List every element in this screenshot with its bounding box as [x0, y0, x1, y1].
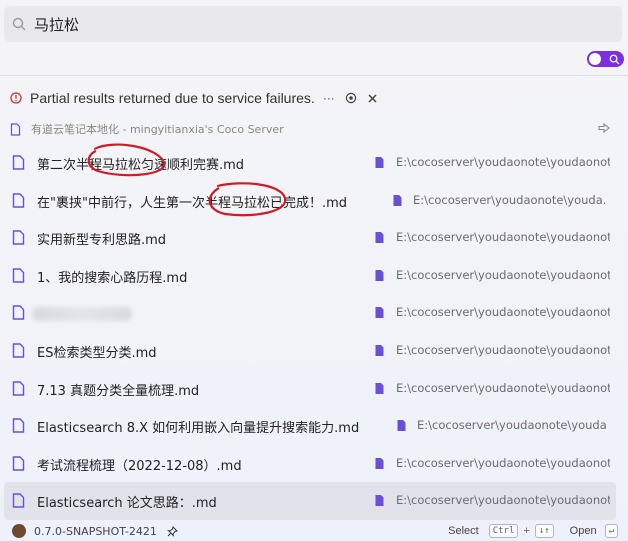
- file-icon: [10, 122, 21, 136]
- file-icon: [375, 344, 384, 356]
- result-path: E:\cocoserver\youdaonote\youda...: [417, 418, 607, 433]
- app-logo-icon: [12, 524, 26, 538]
- file-icon: [12, 192, 25, 208]
- file-icon: [12, 155, 25, 170]
- more-icon[interactable]: ···: [323, 91, 335, 105]
- result-row[interactable]: E:\cocoserver\youdaonote\youdaonote: [0, 294, 628, 332]
- open-label: Open: [569, 525, 597, 537]
- file-icon: [375, 382, 384, 394]
- file-icon: [12, 230, 25, 245]
- result-row[interactable]: 1、我的搜索心路历程.md E:\cocoserver\youdaonote\y…: [0, 257, 628, 295]
- result-row[interactable]: 7.13 真题分类全量梳理.md E:\cocoserver\youdaonot…: [0, 370, 628, 408]
- version-label: 0.7.0-SNAPSHOT-2421: [34, 524, 157, 538]
- result-name: Elasticsearch 论文思路：.md: [37, 496, 217, 512]
- result-path: E:\cocoserver\youdaonote\youdaonote: [396, 267, 610, 282]
- result-row-selected[interactable]: Elasticsearch 论文思路：.md E:\cocoserver\you…: [4, 482, 616, 520]
- toggle-knob: [589, 53, 601, 65]
- file-icon: [12, 493, 25, 509]
- result-name: 在"裹挟"中前行，人生第一次半程马拉松已完成！.md: [37, 195, 348, 211]
- shortcut-hints: Select Ctrl + ↓↑ Open ↵: [448, 524, 620, 538]
- file-icon: [375, 157, 384, 168]
- notice-text: Partial results returned due to service …: [30, 90, 315, 106]
- result-name: 考试流程梳理（2022-12-08）.md: [37, 458, 242, 474]
- status-bar: 0.7.0-SNAPSHOT-2421 Select Ctrl + ↓↑ Ope…: [0, 521, 628, 541]
- result-name: ES检索类型分类.md: [37, 345, 157, 361]
- file-icon: [375, 232, 384, 244]
- file-icon: [12, 268, 25, 283]
- result-path: E:\cocoserver\youdaonote\youdaonote: [396, 342, 610, 357]
- result-path: E:\cocoserver\youdaonote\youdaonote: [396, 230, 610, 245]
- select-label: Select: [448, 525, 479, 537]
- arrow-right-icon[interactable]: [598, 122, 610, 134]
- result-name: 1、我的搜索心路历程.md: [37, 270, 188, 286]
- results-list: 第二次半程马拉松匀速顺利完赛.md E:\cocoserver\youdaono…: [0, 144, 628, 520]
- divider: [0, 75, 628, 76]
- enter-key: ↵: [604, 524, 618, 538]
- target-icon[interactable]: [345, 92, 357, 104]
- result-row[interactable]: 第二次半程马拉松匀速顺利完赛.md E:\cocoserver\youdaono…: [0, 144, 628, 182]
- error-notice: Partial results returned due to service …: [10, 88, 388, 108]
- file-icon: [375, 457, 384, 469]
- search-input[interactable]: [34, 15, 594, 33]
- source-header: 有道云笔记本地化 - mingyitianxia's Coco Server: [10, 120, 610, 138]
- search-bar[interactable]: [4, 6, 622, 42]
- search-icon: [609, 54, 620, 64]
- result-path: E:\cocoserver\youdaonote\youdaonote: [396, 493, 610, 508]
- arrow-keys: ↓↑: [534, 524, 554, 538]
- error-icon: [10, 92, 22, 104]
- file-icon: [12, 305, 25, 321]
- result-row[interactable]: ES检索类型分类.md E:\cocoserver\youdaonote\you…: [0, 332, 628, 370]
- result-name: Elasticsearch 8.X 如何利用嵌入向量提升搜索能力.md: [37, 421, 360, 437]
- result-path: E:\cocoserver\youdaonote\youda...: [413, 192, 605, 207]
- file-icon: [375, 495, 384, 507]
- deep-search-toggle[interactable]: [587, 51, 624, 67]
- result-row[interactable]: 实用新型专利思路.md E:\cocoserver\youdaonote\you…: [0, 219, 628, 257]
- file-icon: [375, 307, 384, 319]
- pin-icon[interactable]: [166, 525, 178, 537]
- file-icon: [397, 420, 406, 432]
- ctrl-key: Ctrl: [488, 524, 519, 538]
- file-icon: [393, 194, 402, 206]
- file-icon: [375, 269, 384, 281]
- plus-sign: +: [523, 525, 530, 537]
- result-name: 第二次半程马拉松匀速顺利完赛.md: [37, 158, 245, 173]
- blurred-name: [32, 307, 132, 322]
- result-row[interactable]: 考试流程梳理（2022-12-08）.md E:\cocoserver\youd…: [0, 445, 628, 483]
- result-row[interactable]: Elasticsearch 8.X 如何利用嵌入向量提升搜索能力.md E:\c…: [0, 407, 628, 445]
- file-icon: [12, 418, 25, 433]
- result-path: E:\cocoserver\youdaonote\youdaonote: [396, 455, 610, 470]
- file-icon: [12, 380, 25, 396]
- file-icon: [12, 456, 25, 471]
- close-icon[interactable]: [367, 93, 378, 104]
- source-label: 有道云笔记本地化 - mingyitianxia's Coco Server: [31, 123, 284, 136]
- file-icon: [12, 343, 25, 358]
- result-path: E:\cocoserver\youdaonote\youdaonote: [396, 380, 610, 395]
- result-name: 7.13 真题分类全量梳理.md: [37, 383, 200, 399]
- result-row[interactable]: 在"裹挟"中前行，人生第一次半程马拉松已完成！.md E:\cocoserver…: [0, 182, 628, 220]
- launcher-window: Partial results returned due to service …: [0, 0, 628, 541]
- result-path: E:\cocoserver\youdaonote\youdaonote: [396, 155, 610, 169]
- result-path: E:\cocoserver\youdaonote\youdaonote: [396, 305, 610, 320]
- result-name: 实用新型专利思路.md: [37, 233, 167, 249]
- search-icon: [12, 17, 26, 31]
